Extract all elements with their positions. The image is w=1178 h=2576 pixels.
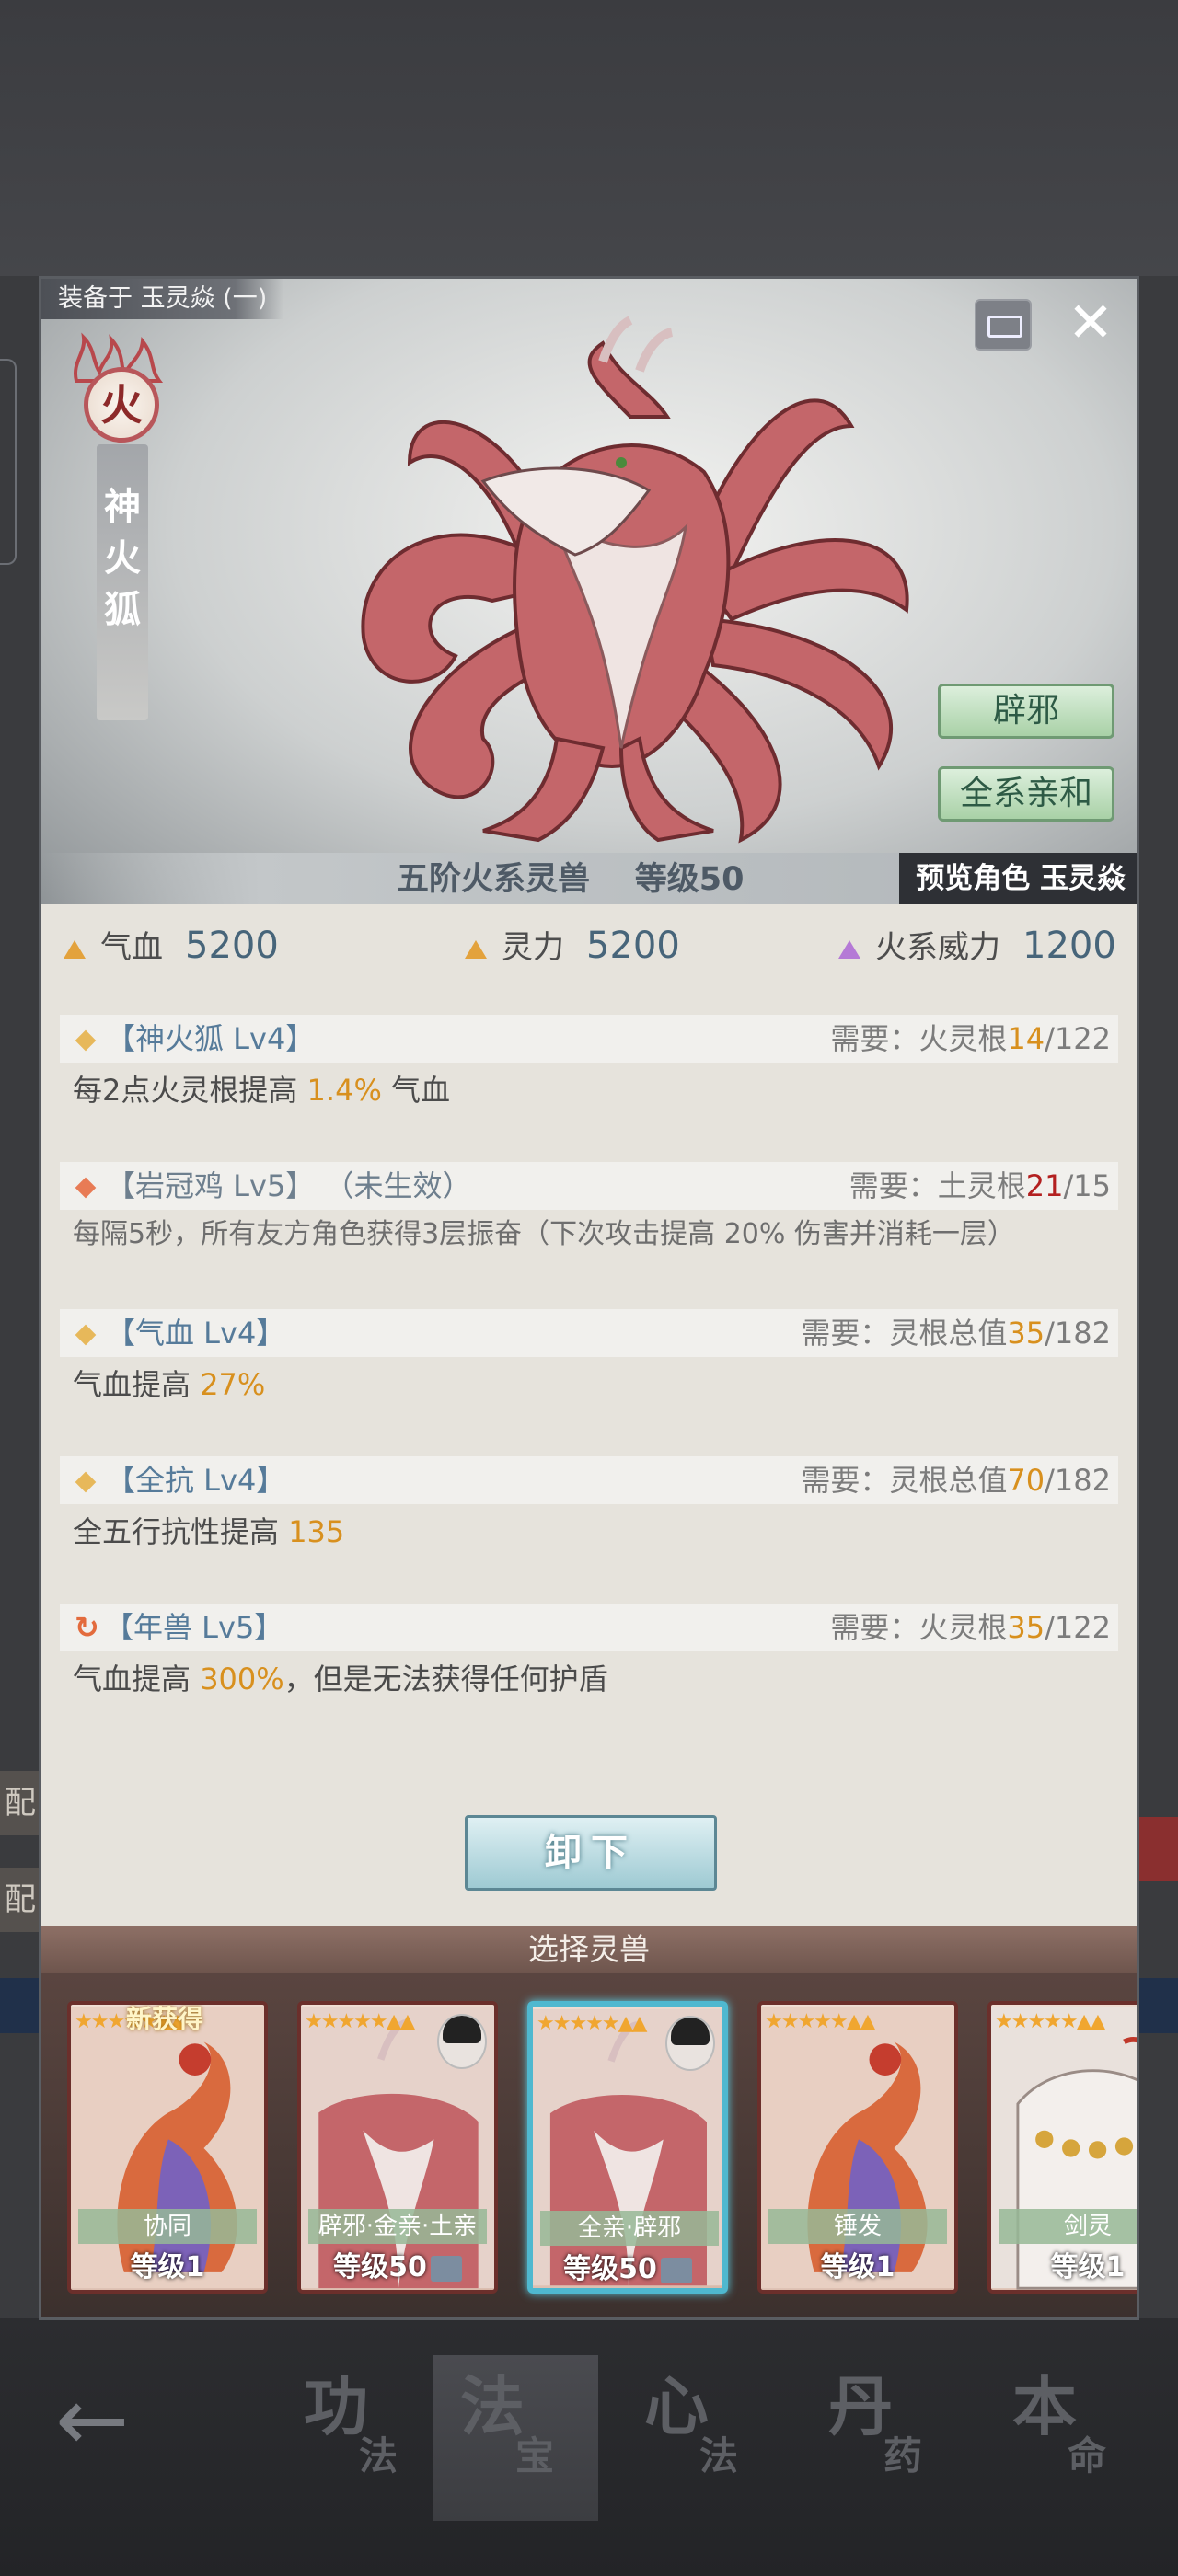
beast-name: 神火狐 xyxy=(104,486,141,631)
beast-card[interactable]: ★★★★★▲▲ 新获得 协同 等级1 xyxy=(67,2001,268,2294)
beast-detail-panel: 装备于 玉灵焱 (一) ✕ 火 神火狐 辟邪 全系亲和 五阶火系灵兽 等级50 … xyxy=(39,276,1139,2320)
skill-requirement: 需要：火灵根35/122 xyxy=(830,1610,1111,1645)
skill-requirement: 需要：灵根总值35/182 xyxy=(801,1316,1111,1351)
nav-item-fabao[interactable]: 法 宝 xyxy=(433,2355,598,2521)
skill-entry: ↻ 【年兽 Lv5】 需要：火灵根35/122 气血提高 300%，但是无法获得任… xyxy=(60,1604,1118,1699)
stat-fire-power: 火系威力 1200 xyxy=(838,914,1116,978)
skill-description: 气血提高 300%，但是无法获得任何护盾 xyxy=(73,1662,608,1696)
beast-card-list[interactable]: ★★★★★▲▲ 新获得 协同 等级1 ★★★★★▲▲ 辟邪·金亲·土亲 等级50 xyxy=(41,1973,1137,2317)
skill-entry: 【气血 Lv4】 需要：灵根总值35/182 气血提高 27% xyxy=(60,1309,1118,1405)
skill-title: 【年兽 Lv5】 xyxy=(104,1610,284,1645)
card-trait: 协同 xyxy=(78,2209,257,2244)
star-rating: ★★★★★▲▲ xyxy=(537,2012,647,2035)
nav-item-xinfa[interactable]: 心 法 xyxy=(617,2355,782,2521)
select-beast-header: 选择灵兽 xyxy=(41,1926,1137,1973)
background-accent xyxy=(1138,1817,1178,1881)
card-trait: 剑灵 xyxy=(999,2209,1137,2244)
background-menu-item: 配 xyxy=(0,1868,40,1932)
card-level: 等级1 xyxy=(1050,2251,1126,2283)
star-rating: ★★★★★▲▲ xyxy=(765,2010,875,2033)
info-card-icon[interactable] xyxy=(975,299,1032,351)
skill-requirement: 需要：土灵根21/15 xyxy=(849,1168,1111,1203)
close-button[interactable]: ✕ xyxy=(1063,295,1118,352)
skill-title: 【岩冠鸡 Lv5】 xyxy=(106,1168,316,1203)
skill-description: 每隔5秒，所有友方角色获得3层振奋（下次攻击提高 20% 伤害并消耗一层） xyxy=(73,1218,1015,1250)
triangle-icon xyxy=(838,939,860,959)
card-level: 等级50 xyxy=(533,2248,722,2288)
skill-entry: 【全抗 Lv4】 需要：灵根总值70/182 全五行抗性提高 135 xyxy=(60,1456,1118,1552)
card-trait: 辟邪·金亲·土亲 xyxy=(308,2209,487,2244)
avatar xyxy=(665,2016,715,2071)
skill-status: （未生效） xyxy=(324,1168,472,1203)
beast-card-selected[interactable]: ★★★★★▲▲ 全亲·辟邪 等级50 xyxy=(527,2001,728,2294)
trait-tag[interactable]: 辟邪 xyxy=(938,684,1114,739)
background-menu-item: 配 xyxy=(0,1771,40,1835)
triangle-icon xyxy=(64,939,86,959)
background-top xyxy=(0,0,1178,276)
diamond-icon xyxy=(75,1177,97,1199)
skill-description: 全五行抗性提高 135 xyxy=(73,1514,345,1549)
stat-hp: 气血 5200 xyxy=(64,914,279,978)
star-rating: ★★★★★▲▲ xyxy=(995,2010,1105,2033)
refresh-icon: ↻ xyxy=(75,1610,99,1645)
beast-showcase: 装备于 玉灵焱 (一) ✕ 火 神火狐 辟邪 全系亲和 五阶火系灵兽 等级50 … xyxy=(41,279,1137,904)
new-badge: 新获得 xyxy=(126,2004,204,2034)
nav-item-gongfa[interactable]: 功 法 xyxy=(276,2355,442,2521)
beast-card[interactable]: ★★★★★▲▲ 锤发 等级1 xyxy=(757,2001,958,2294)
avatar xyxy=(437,2014,487,2069)
equipped-on-label: 装备于 玉灵焱 (一) xyxy=(41,279,284,319)
diamond-icon xyxy=(75,1029,97,1052)
skill-requirement: 需要：火灵根14/122 xyxy=(830,1021,1111,1056)
fire-fox-illustration xyxy=(361,316,909,844)
nav-item-danyao[interactable]: 丹 药 xyxy=(801,2355,966,2521)
equipped-icon xyxy=(660,2257,692,2283)
skill-entry: 【神火狐 Lv4】 需要：火灵根14/122 每2点火灵根提高 1.4% 气血 xyxy=(60,1015,1118,1110)
card-level: 等级1 xyxy=(130,2251,205,2283)
nav-item-benming[interactable]: 本 命 xyxy=(985,2355,1150,2521)
side-handle[interactable] xyxy=(0,359,17,565)
diamond-icon xyxy=(75,1471,97,1493)
skill-entry: 【岩冠鸡 Lv5】 （未生效） 需要：土灵根21/15 每隔5秒，所有友方角色获… xyxy=(60,1162,1118,1252)
card-level: 等级1 xyxy=(820,2251,895,2283)
stat-mana: 灵力 5200 xyxy=(465,914,680,978)
card-level: 等级50 xyxy=(301,2246,494,2290)
skill-title: 【神火狐 Lv4】 xyxy=(106,1021,316,1056)
skill-title: 【全抗 Lv4】 xyxy=(106,1463,286,1498)
card-trait: 锤发 xyxy=(768,2209,947,2244)
stats-row: 气血 5200 灵力 5200 火系威力 1200 xyxy=(41,914,1137,978)
beast-tier: 五阶火系灵兽 等级50 xyxy=(397,861,745,898)
equipped-icon xyxy=(430,2255,462,2282)
back-arrow-icon[interactable]: ← xyxy=(55,2374,147,2466)
element-badge: 火 xyxy=(84,367,159,443)
card-trait: 全亲·辟邪 xyxy=(540,2211,719,2246)
skill-requirement: 需要：灵根总值70/182 xyxy=(801,1463,1111,1498)
trait-tag[interactable]: 全系亲和 xyxy=(938,766,1114,822)
bottom-nav: ← 功 法 法 宝 心 法 丹 药 本 命 xyxy=(0,2337,1178,2576)
triangle-icon xyxy=(465,939,487,959)
beast-card[interactable]: ★★★★★▲▲ 辟邪·金亲·土亲 等级50 xyxy=(297,2001,498,2294)
diamond-icon xyxy=(75,1324,97,1346)
star-rating: ★★★★★▲▲ xyxy=(305,2010,415,2033)
skill-title: 【气血 Lv4】 xyxy=(106,1316,286,1351)
unequip-button[interactable]: 卸下 xyxy=(465,1815,717,1891)
skill-description: 气血提高 27% xyxy=(73,1367,266,1402)
beast-card[interactable]: ★★★★★▲▲ 剑灵 等级1 xyxy=(987,2001,1137,2294)
skill-description: 每2点火灵根提高 1.4% 气血 xyxy=(73,1073,451,1108)
preview-character-label[interactable]: 预览角色 玉灵焱 xyxy=(899,853,1137,904)
